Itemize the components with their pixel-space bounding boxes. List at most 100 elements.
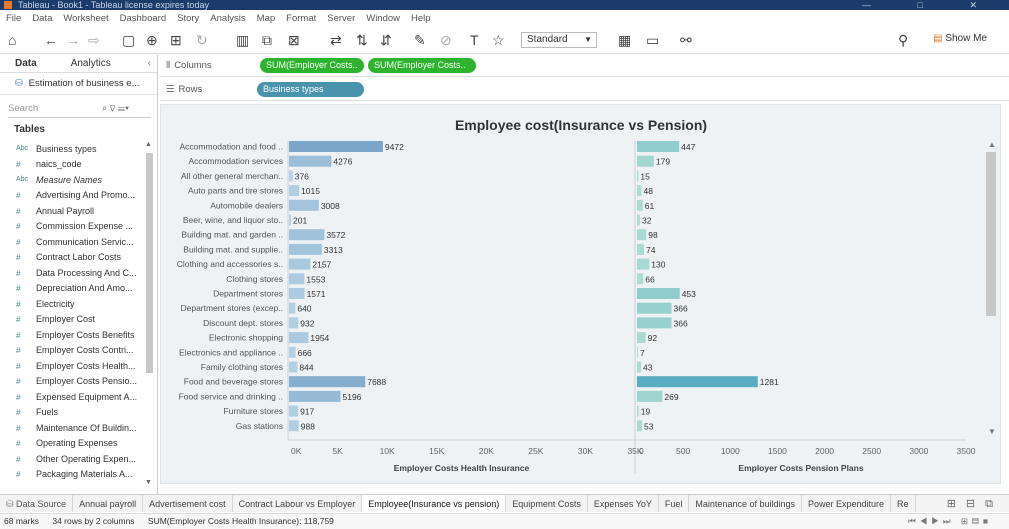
replace-data-icon[interactable]: ⇨ xyxy=(88,31,100,49)
field-item[interactable]: # Data Processing And C... xyxy=(0,265,145,281)
search-icon[interactable]: ⌕ ⊽ ☰▾ xyxy=(102,103,129,114)
pin-icon[interactable]: ⚲ xyxy=(898,31,908,49)
chart-type-icon[interactable]: ▥ xyxy=(236,31,249,49)
new-worksheet-icon[interactable]: ⊞ xyxy=(170,31,182,49)
menu-worksheet[interactable]: Worksheet xyxy=(63,13,108,24)
row-pill-business-types[interactable]: Business types xyxy=(257,82,364,97)
sheet-tab[interactable]: Annual payroll xyxy=(73,495,144,512)
search-input[interactable]: Search ⌕ ⊽ ☰▾ xyxy=(8,103,151,118)
redo-icon[interactable]: → xyxy=(66,31,80,49)
save-icon[interactable]: ▢ xyxy=(122,31,135,49)
bar xyxy=(289,376,366,388)
show-me-button[interactable]: ▤ Show Me xyxy=(933,33,987,44)
refresh-icon[interactable]: ↻ xyxy=(196,31,208,49)
menu-map[interactable]: Map xyxy=(257,13,275,24)
data-source-tab[interactable]: ⛁ Data Source xyxy=(0,495,74,512)
viz-scroll-down-icon[interactable]: ▼ xyxy=(988,427,996,436)
field-item[interactable]: # Other Operating Expen... xyxy=(0,451,145,467)
sheet-tab[interactable]: Fuel xyxy=(659,495,690,512)
sheet-tab[interactable]: Maintenance of buildings xyxy=(689,495,802,512)
new-data-source-icon[interactable]: ⊕ xyxy=(146,31,158,49)
menu-story[interactable]: Story xyxy=(177,13,199,24)
field-item[interactable]: # Packaging Materials A... xyxy=(0,467,145,483)
field-item[interactable]: # Electricity xyxy=(0,296,145,312)
axis-tick-label: 3500 xyxy=(957,446,976,456)
column-pill-health[interactable]: SUM(Employer Costs.. xyxy=(260,58,364,73)
menu-format[interactable]: Format xyxy=(286,13,316,24)
scroll-down-icon[interactable]: ▼ xyxy=(145,479,152,486)
field-item[interactable]: # Contract Labor Costs xyxy=(0,250,145,266)
menu-help[interactable]: Help xyxy=(411,13,431,24)
share-icon[interactable]: ⚯ xyxy=(680,31,692,49)
field-item[interactable]: # naics_code xyxy=(0,157,145,173)
collapse-pane-icon[interactable]: ‹ xyxy=(148,58,151,69)
menu-analysis[interactable]: Analysis xyxy=(210,13,245,24)
bar-value-label: 32 xyxy=(642,216,652,226)
bar-value-label: 3313 xyxy=(324,245,343,255)
field-item[interactable]: # Maintenance Of Buildin... xyxy=(0,420,145,436)
presentation-mode-icon[interactable]: ▭ xyxy=(646,31,659,49)
clear-sheet-icon[interactable]: ⊠ xyxy=(288,31,300,49)
fit-select-value: Standard xyxy=(527,34,568,45)
sheet-tab[interactable]: Employee(Insurance vs pension) xyxy=(362,495,507,512)
sheet-tab[interactable]: Advertisement cost xyxy=(143,495,233,512)
field-item[interactable]: Abc Business types xyxy=(0,141,145,157)
field-item[interactable]: # Fuels xyxy=(0,405,145,421)
new-sheet-icons[interactable]: ⊞⊟⧉ xyxy=(947,497,1003,511)
data-source-item[interactable]: ⛁ Estimation of business e... xyxy=(0,73,157,95)
tab-analytics[interactable]: Analytics xyxy=(45,55,119,72)
scrollbar-thumb[interactable] xyxy=(146,153,153,373)
field-list-scrollbar[interactable]: ▲ ▼ xyxy=(145,141,154,486)
window-controls[interactable]: — □ ✕ xyxy=(862,0,999,10)
axis-tick-label: 0 xyxy=(639,446,644,456)
tab-data[interactable]: Data xyxy=(0,55,45,72)
sheet-tab[interactable]: Re xyxy=(891,495,916,512)
rows-shelf[interactable]: ☰ Rows Business types xyxy=(160,79,1009,101)
field-item[interactable]: # Expensed Equipment A... xyxy=(0,389,145,405)
column-pill-pension[interactable]: SUM(Employer Costs.. xyxy=(368,58,476,73)
show-cards-icon[interactable]: ▦ xyxy=(618,31,631,49)
axis-tick-label: 500 xyxy=(676,446,690,456)
sheet-tab[interactable]: Equipment Costs xyxy=(506,495,588,512)
sheet-tab[interactable]: Contract Labour vs Employer xyxy=(233,495,363,512)
sort-descending-icon[interactable]: ⇵ xyxy=(380,31,392,49)
sheet-tab[interactable]: Expenses YoY xyxy=(588,495,659,512)
menu-server[interactable]: Server xyxy=(327,13,355,24)
field-item[interactable]: # Employer Costs Benefits xyxy=(0,327,145,343)
field-item[interactable]: #Parts And Supplies Not... xyxy=(0,482,145,486)
undo-icon[interactable]: ← xyxy=(44,31,58,49)
sheet-navigation-icons[interactable]: ⏮◀▶⏭ ⊞▤■ xyxy=(908,514,992,529)
sheet-tab[interactable]: Power Expenditure xyxy=(802,495,892,512)
field-item[interactable]: # Employer Costs Pensio... xyxy=(0,374,145,390)
show-mark-labels-icon[interactable]: T xyxy=(470,31,479,49)
field-item[interactable]: # Depreciation And Amo... xyxy=(0,281,145,297)
pin-axes-icon[interactable]: ☆ xyxy=(492,31,505,49)
duplicate-sheet-icon[interactable]: ⧉ xyxy=(262,31,272,49)
field-item[interactable]: # Advertising And Promo... xyxy=(0,188,145,204)
field-item[interactable]: # Operating Expenses xyxy=(0,436,145,452)
menu-data[interactable]: Data xyxy=(32,13,52,24)
columns-shelf[interactable]: ⦀ Columns SUM(Employer Costs.. SUM(Employ… xyxy=(160,55,1009,77)
field-item[interactable]: # Commission Expense ... xyxy=(0,219,145,235)
menu-dashboard[interactable]: Dashboard xyxy=(120,13,166,24)
viz-scroll-up-icon[interactable]: ▲ xyxy=(988,140,996,149)
group-icon[interactable]: ⊘ xyxy=(440,31,452,49)
home-icon[interactable]: ⌂ xyxy=(8,31,16,49)
highlight-icon[interactable]: ✎ xyxy=(414,31,426,49)
fit-select[interactable]: Standard ▼ xyxy=(521,32,597,48)
field-name: Business types xyxy=(36,143,97,154)
field-item[interactable]: # Employer Cost xyxy=(0,312,145,328)
sort-ascending-icon[interactable]: ⇅ xyxy=(356,31,368,49)
field-item[interactable]: # Communication Servic... xyxy=(0,234,145,250)
field-item[interactable]: # Employer Costs Health... xyxy=(0,358,145,374)
menu-window[interactable]: Window xyxy=(366,13,400,24)
field-item[interactable]: # Employer Costs Contri... xyxy=(0,343,145,359)
category-label: Department stores xyxy=(213,289,283,299)
menu-file[interactable]: File xyxy=(6,13,21,24)
swap-rows-columns-icon[interactable]: ⇄ xyxy=(330,31,342,49)
field-item[interactable]: # Annual Payroll xyxy=(0,203,145,219)
viz-scrollbar-thumb[interactable] xyxy=(986,152,996,316)
axis-tick-label: 2000 xyxy=(815,446,834,456)
field-item[interactable]: Abc Measure Names xyxy=(0,172,145,188)
scroll-up-icon[interactable]: ▲ xyxy=(145,141,152,148)
